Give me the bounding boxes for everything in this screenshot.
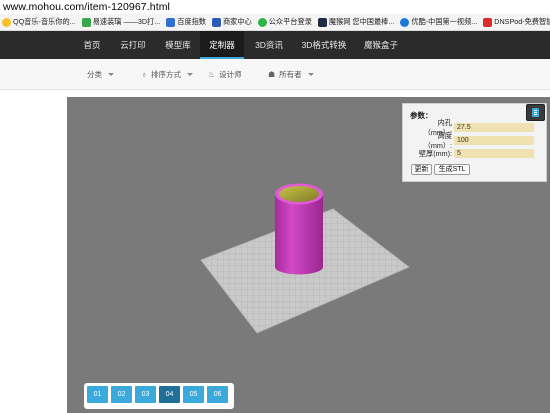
- designer-label: 设计师: [219, 70, 242, 79]
- nav-item-3d-news[interactable]: 3D资讯: [249, 31, 289, 59]
- nav-item-cloud-print[interactable]: 云打印: [115, 31, 151, 59]
- merchant-center-icon: [211, 17, 221, 27]
- mohou-icon: [317, 17, 327, 27]
- bookmark-label: 公众平台登录: [268, 17, 312, 26]
- category-dropdown[interactable]: 分类: [87, 69, 114, 80]
- bookmark-mohou[interactable]: 魔猴网 您中国最棒...: [317, 17, 395, 27]
- bookmark-label: 优酷-中国第一视频...: [411, 17, 478, 26]
- chevron-down-icon: [108, 73, 114, 76]
- bookmark-youku[interactable]: 优酷-中国第一视频...: [400, 17, 477, 27]
- wall-thickness-label: 壁厚(mm):: [418, 148, 452, 158]
- param-row-wall-thickness: 壁厚(mm): 5: [410, 149, 534, 158]
- bookmark-label: 易速装璃 ——3D打...: [92, 17, 161, 26]
- nav-item-customizer[interactable]: 定制器: [200, 31, 244, 59]
- qq-music-icon: [2, 17, 11, 27]
- preset-button-03[interactable]: 03: [135, 386, 156, 403]
- document-icon: [532, 108, 539, 117]
- bookmark-dnspod[interactable]: DNSPod-免费智能...: [483, 17, 550, 27]
- chevron-down-icon: [187, 73, 193, 76]
- bookmark-yisu[interactable]: 易速装璃 ——3D打...: [81, 17, 161, 27]
- preset-button-01[interactable]: 01: [87, 386, 108, 403]
- bookmark-label: QQ音乐-音乐你的...: [13, 17, 76, 26]
- nav-item-3d-format-convert[interactable]: 3D格式转换: [292, 31, 356, 59]
- user-icon: ☗: [268, 70, 276, 79]
- nav-item-model-library[interactable]: 模型库: [158, 31, 198, 59]
- bookmark-baidu-index[interactable]: 百度指数: [166, 17, 206, 27]
- bookmarks-bar: QQ音乐-音乐你的... 易速装璃 ——3D打... 百度指数 商家中心 公众平…: [0, 14, 550, 31]
- main-nav: 首页 云打印 模型库 定制器 3D资讯 3D格式转换 魔猴盒子: [0, 31, 550, 59]
- wechat-icon: [257, 17, 267, 27]
- owner-label: 所有者: [279, 70, 302, 79]
- bookmark-qq-music[interactable]: QQ音乐-音乐你的...: [2, 17, 76, 27]
- bookmark-wechat-platform[interactable]: 公众平台登录: [257, 17, 312, 27]
- cylinder-model[interactable]: [275, 195, 323, 275]
- filter-bar: 分类 ♁ 排序方式 ♨ 设计师 ☗ 所有者: [0, 59, 550, 90]
- param-row-height: 高度（mm）: 100: [410, 131, 534, 150]
- left-margin: [0, 90, 67, 413]
- flame-icon: ♨: [208, 70, 216, 79]
- wall-thickness-input[interactable]: 5: [454, 149, 534, 158]
- designer-filter[interactable]: ♨ 设计师: [208, 69, 242, 80]
- bookmark-merchant-center[interactable]: 商家中心: [211, 17, 252, 27]
- preset-button-06[interactable]: 06: [207, 386, 228, 403]
- preset-button-04[interactable]: 04: [159, 386, 180, 403]
- bookmark-label: 魔猴网 您中国最棒...: [328, 17, 395, 26]
- preset-button-05[interactable]: 05: [183, 386, 204, 403]
- yisu-icon: [81, 17, 91, 27]
- panel-toggle-button[interactable]: [526, 104, 545, 121]
- address-bar[interactable]: www.mohou.com/item-120967.html: [0, 0, 550, 14]
- bookmark-label: DNSPod-免费智能...: [494, 17, 550, 26]
- sort-label: 排序方式: [151, 70, 181, 79]
- baidu-index-icon: [166, 17, 176, 27]
- nav-item-home[interactable]: 首页: [74, 31, 110, 59]
- bookmark-label: 商家中心: [222, 17, 252, 26]
- preset-bar: 01 02 03 04 05 06: [84, 383, 234, 409]
- chevron-down-icon: [307, 73, 314, 76]
- nav-item-mohou-box[interactable]: 魔猴盒子: [358, 31, 404, 59]
- update-button[interactable]: 更新: [411, 164, 432, 175]
- height-input[interactable]: 100: [454, 136, 534, 145]
- url-text[interactable]: www.mohou.com/item-120967.html: [3, 1, 170, 13]
- youku-icon: [400, 17, 410, 27]
- cylinder-inner: [279, 186, 319, 202]
- owner-dropdown[interactable]: ☗ 所有者: [268, 69, 314, 80]
- generate-stl-button[interactable]: 生成STL: [434, 164, 470, 175]
- preset-button-02[interactable]: 02: [111, 386, 132, 403]
- trophy-icon: ♁: [141, 70, 147, 79]
- inner-hole-input[interactable]: 27.5: [454, 123, 534, 132]
- bookmark-label: 百度指数: [177, 17, 206, 26]
- dnspod-icon: [483, 17, 493, 27]
- height-label: 高度（mm）:: [423, 130, 452, 150]
- sort-dropdown[interactable]: ♁ 排序方式: [141, 69, 193, 80]
- category-label: 分类: [87, 70, 102, 79]
